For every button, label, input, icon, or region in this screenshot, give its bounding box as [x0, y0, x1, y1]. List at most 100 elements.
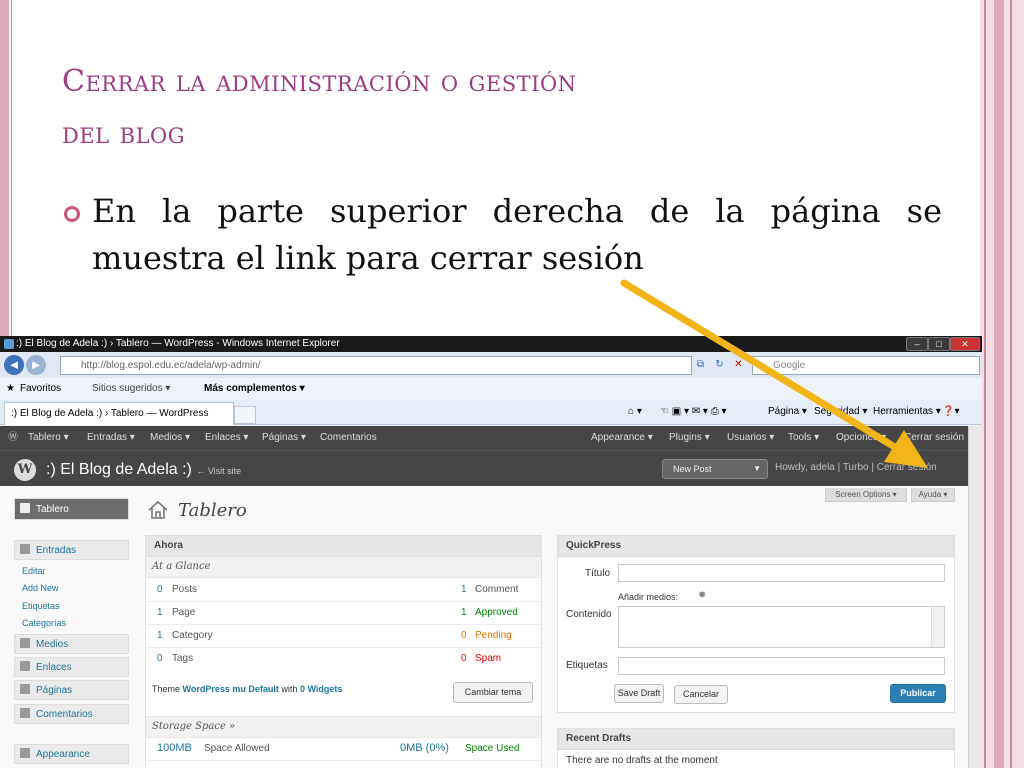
favorites-button[interactable]: Favoritos [20, 378, 61, 400]
toolbar-icons[interactable]: ☜ ▣ ▾ ✉ ▾ ⎙ ▾ [660, 400, 727, 424]
menu-appearance[interactable]: Appearance ▾ [591, 426, 653, 450]
menu-paginas[interactable]: Páginas ▾ [262, 426, 306, 450]
page-title: Tablero [178, 500, 247, 521]
help-icon[interactable]: ❓▾ [942, 400, 959, 424]
sidebar-sub-etiquetas[interactable]: Etiquetas [22, 600, 60, 612]
page-count[interactable]: 1 [157, 601, 163, 624]
ahora-title: Ahora [154, 540, 183, 551]
pagina-menu[interactable]: Página ▾ [768, 400, 807, 424]
minimize-icon[interactable]: – [906, 337, 928, 351]
refresh-icon[interactable]: ↻ [712, 357, 727, 372]
sidebar-item-paginas[interactable]: Páginas [14, 680, 129, 700]
category-count[interactable]: 1 [157, 624, 163, 647]
new-post-dropdown[interactable]: New Post ▼ [662, 459, 768, 479]
etiquetas-input[interactable] [618, 657, 945, 675]
sitios-sugeridos-link[interactable]: Sitios sugeridos ▾ [92, 378, 170, 400]
stop-icon[interactable]: ✕ [731, 357, 746, 372]
glance-row: 0 Tags 0 Spam [146, 647, 541, 670]
sidebar-item-tablero[interactable]: Tablero [14, 498, 129, 520]
menu-opciones[interactable]: Opciones ▾ [836, 426, 886, 450]
recent-drafts-box: Recent Drafts There are no drafts at the… [557, 728, 955, 768]
favorites-star-icon[interactable]: ★ [6, 378, 15, 400]
sidebar-sub-add-new[interactable]: Add New [22, 582, 59, 594]
ayuda-button[interactable]: Ayuda ▾ [911, 488, 955, 502]
menu-comentarios[interactable]: Comentarios [320, 426, 377, 450]
spam-label[interactable]: Spam [475, 647, 501, 670]
category-label[interactable]: Category [172, 624, 213, 647]
sidebar-sub-editar[interactable]: Editar [22, 565, 46, 577]
pin-icon [20, 544, 30, 554]
textarea-scrollbar[interactable] [931, 607, 944, 647]
cancelar-button[interactable]: Cancelar [674, 685, 728, 704]
forward-icon[interactable]: ► [26, 355, 46, 375]
cerrar-sesion-top-link[interactable]: Cerrar sesión [904, 426, 964, 450]
sidebar-item-medios[interactable]: Medios [14, 634, 129, 654]
menu-entradas[interactable]: Entradas ▾ [87, 426, 135, 450]
close-icon[interactable]: ✕ [950, 337, 980, 351]
wp-menu-logo-icon[interactable]: Ⓦ [8, 426, 18, 450]
search-input[interactable]: Google [752, 356, 980, 375]
tab-active[interactable]: :) El Blog de Adela :) › Tablero — WordP… [4, 402, 234, 425]
vertical-scrollbar[interactable] [968, 426, 982, 768]
menu-enlaces[interactable]: Enlaces ▾ [205, 426, 248, 450]
cambiar-tema-button[interactable]: Cambiar tema [453, 682, 533, 703]
spam-count[interactable]: 0 [461, 647, 467, 670]
back-icon[interactable]: ◄ [4, 355, 24, 375]
storage-title: Storage Space » [152, 721, 236, 732]
widgets-link[interactable]: 0 Widgets [300, 684, 342, 694]
pending-count[interactable]: 0 [461, 624, 467, 647]
sidebar-item-entradas[interactable]: Entradas [14, 540, 129, 560]
slide-right-border [980, 0, 1024, 768]
sidebar-item-enlaces[interactable]: Enlaces [14, 657, 129, 677]
visit-site-link[interactable]: ← Visit site [196, 466, 241, 476]
titulo-input[interactable] [618, 564, 945, 582]
menu-medios[interactable]: Medios ▾ [150, 426, 190, 450]
herramientas-menu[interactable]: Herramientas ▾ [873, 400, 941, 424]
storage-header[interactable]: Storage Space » [146, 716, 541, 738]
sidebar-item-comentarios[interactable]: Comentarios [14, 704, 129, 724]
media-upload-icon[interactable]: ✸ [698, 590, 706, 601]
sidebar-item-appearance[interactable]: Appearance [14, 744, 129, 764]
menu-usuarios[interactable]: Usuarios ▾ [727, 426, 774, 450]
theme-name-link[interactable]: WordPress mu Default [183, 684, 279, 694]
tab-bar: :) El Blog de Adela :) › Tablero — WordP… [0, 400, 982, 425]
pending-label[interactable]: Pending [475, 624, 512, 647]
sidebar-medios-label: Medios [36, 639, 69, 650]
tags-label[interactable]: Tags [172, 647, 193, 670]
ie-title-bar: :) El Blog de Adela :) › Tablero — WordP… [0, 336, 982, 352]
quickpress-box: QuickPress Título Añadir medios: ✸ Conte… [557, 535, 955, 713]
mas-complementos-link[interactable]: Más complementos ▾ [204, 378, 305, 400]
comment-label[interactable]: Comment [475, 578, 518, 601]
howdy-user-links[interactable]: Howdy, adela | Turbo | Cerrar sesión [775, 459, 937, 477]
approved-count[interactable]: 1 [461, 601, 467, 624]
new-tab-button[interactable] [234, 406, 256, 424]
maximize-icon[interactable]: □ [928, 337, 950, 351]
approved-label[interactable]: Approved [475, 601, 518, 624]
sidebar-comentarios-label: Comentarios [36, 709, 93, 720]
ahora-header[interactable]: Ahora [146, 536, 541, 557]
menu-tablero[interactable]: Tablero ▾ [28, 426, 69, 450]
contenido-textarea[interactable] [618, 606, 945, 648]
page-label[interactable]: Page [172, 601, 195, 624]
tags-count[interactable]: 0 [157, 647, 163, 670]
posts-count[interactable]: 0 [157, 578, 163, 601]
sidebar-sub-categorias[interactable]: Categorías [22, 617, 66, 629]
posts-label[interactable]: Posts [172, 578, 197, 601]
seguridad-menu[interactable]: Seguridad ▾ [814, 400, 867, 424]
publicar-button[interactable]: Publicar [890, 684, 946, 703]
save-draft-button[interactable]: Save Draft [614, 684, 664, 703]
tab-title: :) El Blog de Adela :) › Tablero — WordP… [11, 408, 209, 419]
menu-tools[interactable]: Tools ▾ [788, 426, 819, 450]
theme-info: Theme WordPress mu Default with 0 Widget… [152, 684, 342, 694]
recent-drafts-header[interactable]: Recent Drafts [558, 729, 954, 750]
menu-plugins[interactable]: Plugins ▾ [669, 426, 710, 450]
home-icon[interactable]: ⌂ ▾ [628, 400, 642, 424]
screen-options-button[interactable]: Screen Options ▾ [825, 488, 907, 502]
compat-icon[interactable]: ⧉ [693, 357, 708, 372]
address-bar[interactable]: http://blog.espol.edu.ec/adela/wp-admin/ [60, 356, 692, 375]
comment-count[interactable]: 1 [461, 578, 467, 601]
wordpress-logo-icon: W [14, 459, 36, 481]
quickpress-header[interactable]: QuickPress [558, 536, 954, 557]
space-allowed-value: 100MB [157, 742, 192, 754]
link-icon [20, 661, 30, 671]
